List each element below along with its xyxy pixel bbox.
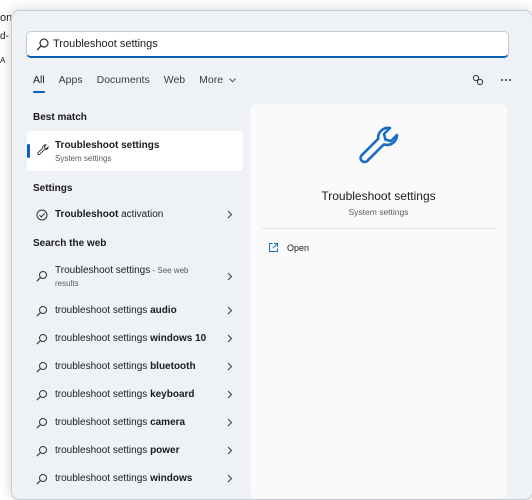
- search-input[interactable]: [53, 35, 493, 53]
- top-actions: [470, 72, 514, 88]
- chevron-right-icon: [227, 474, 233, 483]
- tab-web[interactable]: Web: [164, 74, 185, 92]
- search-icon: [36, 474, 47, 485]
- web-item-suffix: - See web: [150, 266, 189, 275]
- search-icon: [36, 418, 47, 429]
- web-item-audio[interactable]: troubleshoot settings audio: [27, 298, 243, 324]
- settings-heading: Settings: [33, 183, 73, 194]
- web-item-bold: windows 10: [150, 333, 207, 344]
- preview-title: Troubleshoot settings: [321, 189, 436, 203]
- web-item-bold: windows: [150, 473, 193, 484]
- search-box[interactable]: [26, 31, 509, 58]
- web-item-prefix: troubleshoot settings: [55, 417, 151, 428]
- search-icon: [36, 306, 47, 317]
- web-item-bold: power: [150, 445, 180, 456]
- selection-indicator: [27, 144, 30, 158]
- web-item-bold: audio: [150, 305, 177, 316]
- web-item-prefix: troubleshoot settings: [55, 473, 151, 484]
- settings-item-troubleshoot-activation[interactable]: Troubleshoot activation: [27, 202, 243, 228]
- web-item-prefix: troubleshoot settings: [55, 333, 151, 344]
- tab-more-label: More: [199, 74, 224, 86]
- search-web-heading: Search the web: [33, 238, 107, 249]
- chevron-right-icon: [227, 446, 233, 455]
- best-match-subtitle: System settings: [55, 154, 112, 163]
- filter-tabs: All Apps Documents Web More: [33, 74, 250, 93]
- search-icon: [36, 446, 47, 457]
- web-item-second-line: results: [55, 279, 79, 288]
- settings-item-rest: activation: [118, 209, 164, 220]
- web-item-label: troubleshoot settings power: [55, 445, 180, 456]
- open-external-icon: [269, 243, 278, 252]
- tab-all[interactable]: All: [33, 74, 45, 93]
- web-item-label: troubleshoot settings windows: [55, 473, 192, 484]
- web-item-prefix: troubleshoot settings: [55, 389, 151, 400]
- web-item-prefix: troubleshoot settings: [55, 305, 151, 316]
- web-item-label: Troubleshoot settings - See web: [55, 265, 189, 276]
- web-item-bold: keyboard: [150, 389, 195, 400]
- web-item-label: troubleshoot settings camera: [55, 417, 185, 428]
- background-text-2: d-: [0, 31, 9, 42]
- tab-documents[interactable]: Documents: [97, 74, 150, 92]
- wrench-icon: [359, 126, 399, 164]
- open-label: Open: [287, 243, 310, 253]
- search-icon: [36, 334, 47, 345]
- web-item-label: troubleshoot settings audio: [55, 305, 177, 316]
- best-match-heading: Best match: [33, 112, 87, 123]
- best-match-item[interactable]: Troubleshoot settings System settings: [27, 131, 243, 171]
- settings-item-label: Troubleshoot activation: [55, 209, 163, 220]
- web-item-camera[interactable]: troubleshoot settings camera: [27, 410, 243, 436]
- web-item-prefix: troubleshoot settings: [55, 361, 151, 372]
- web-item-see-results[interactable]: Troubleshoot settings - See web results: [27, 261, 243, 291]
- chevron-right-icon: [227, 418, 233, 427]
- search-icon: [36, 390, 47, 401]
- chevron-right-icon: [227, 334, 233, 343]
- web-item-windows-10[interactable]: troubleshoot settings windows 10: [27, 326, 243, 352]
- web-item-label: troubleshoot settings keyboard: [55, 389, 195, 400]
- search-icon: [36, 362, 47, 373]
- chevron-right-icon: [227, 390, 233, 399]
- search-icon: [36, 271, 47, 282]
- wrench-icon: [37, 144, 49, 156]
- start-search-panel: All Apps Documents Web More Best match: [11, 10, 532, 500]
- chevron-right-icon: [227, 306, 233, 315]
- preview-pane: Troubleshoot settings System settings Op…: [250, 104, 507, 499]
- web-item-keyboard[interactable]: troubleshoot settings keyboard: [27, 382, 243, 408]
- search-icon: [36, 38, 49, 51]
- web-item-prefix: troubleshoot settings: [55, 445, 151, 456]
- preview-divider: [262, 228, 495, 229]
- preview-subtitle: System settings: [348, 207, 409, 217]
- settings-item-bold: Troubleshoot: [55, 209, 119, 220]
- web-item-bold: camera: [150, 417, 186, 428]
- chevron-right-icon: [227, 210, 233, 219]
- web-item-label: troubleshoot settings windows 10: [55, 333, 206, 344]
- chevron-right-icon: [227, 272, 233, 281]
- background-text-3: A: [0, 56, 6, 65]
- web-item-bluetooth[interactable]: troubleshoot settings bluetooth: [27, 354, 243, 380]
- web-item-text: Troubleshoot settings: [55, 265, 151, 276]
- web-item-label: troubleshoot settings bluetooth: [55, 361, 196, 372]
- chevron-right-icon: [227, 362, 233, 371]
- tab-more[interactable]: More: [199, 74, 236, 92]
- more-options-icon[interactable]: [498, 72, 514, 88]
- web-item-windows[interactable]: troubleshoot settings windows: [27, 466, 243, 492]
- web-item-power[interactable]: troubleshoot settings power: [27, 438, 243, 464]
- best-match-title: Troubleshoot settings: [55, 140, 160, 151]
- check-circle-icon: [36, 209, 48, 221]
- tab-apps[interactable]: Apps: [59, 74, 83, 92]
- share-icon[interactable]: [470, 72, 486, 88]
- chevron-down-icon: [229, 77, 236, 83]
- web-item-bold: bluetooth: [150, 361, 196, 372]
